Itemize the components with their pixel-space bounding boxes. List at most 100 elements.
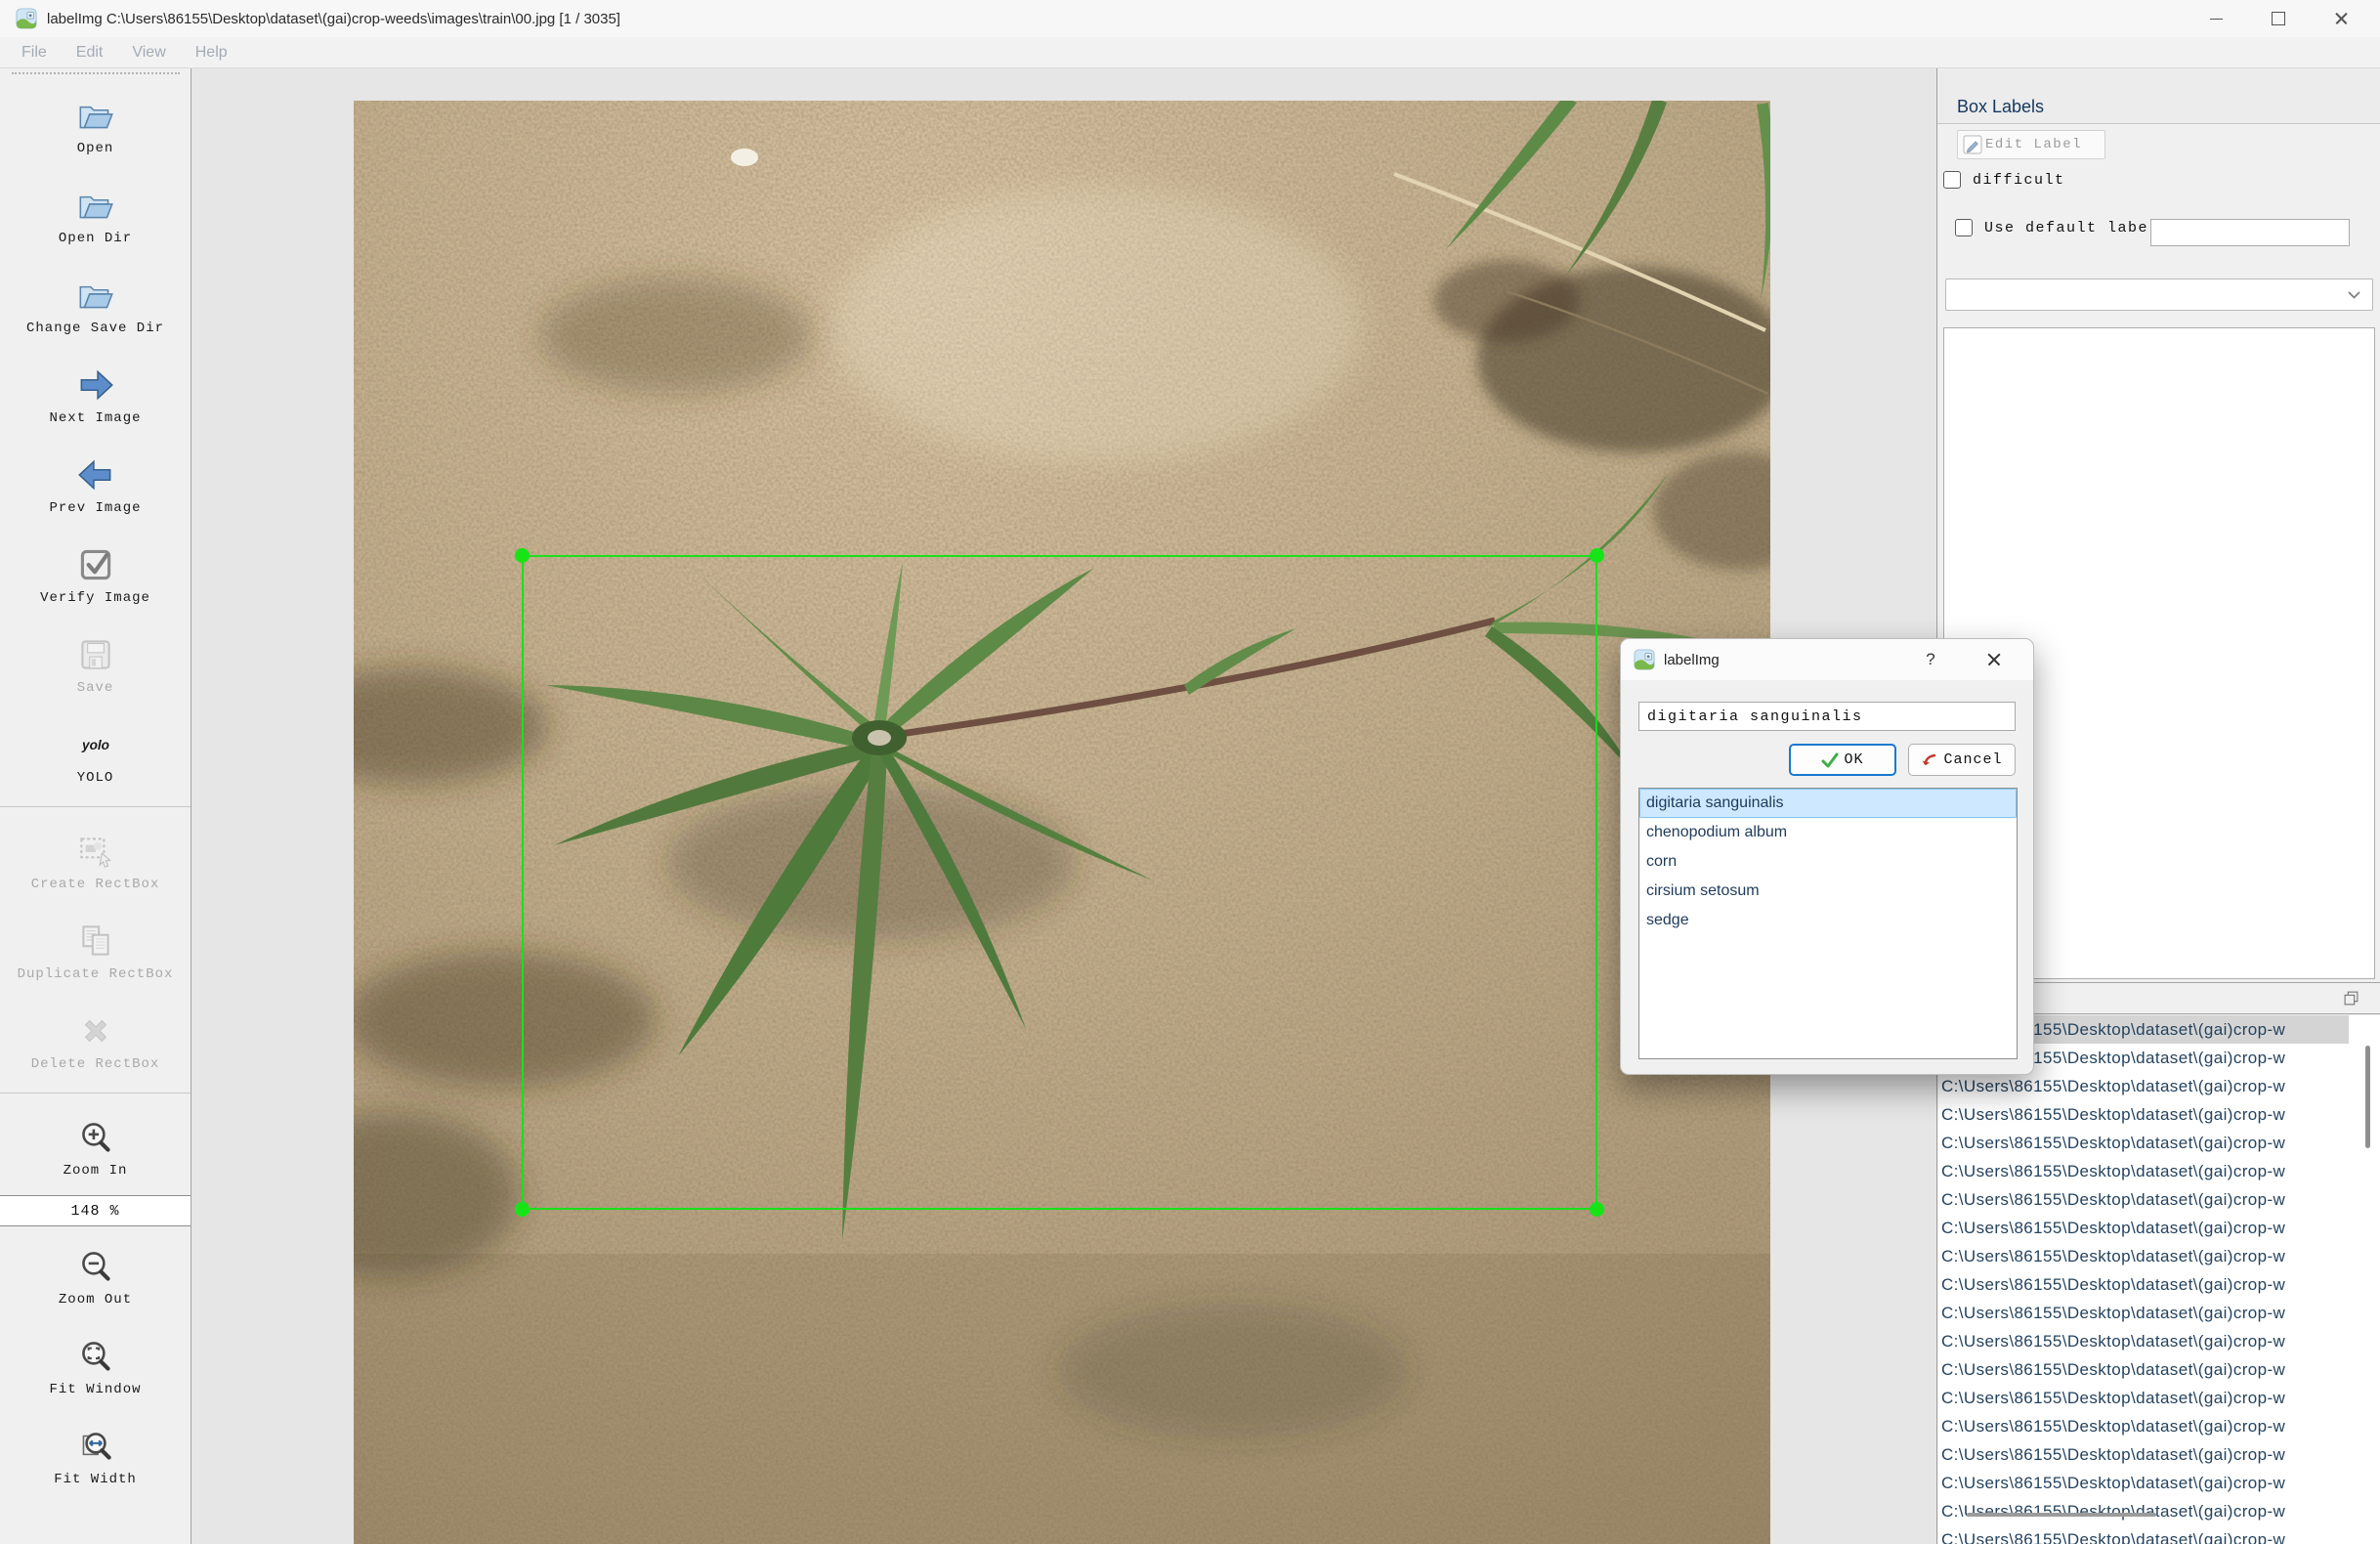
red-undo-arrow-icon <box>1921 751 1938 769</box>
difficult-checkbox[interactable] <box>1943 171 1961 189</box>
file-list-item[interactable]: C:\Users\86155\Desktop\dataset\(gai)crop… <box>1938 1299 2349 1327</box>
menu-view[interactable]: View <box>132 44 165 62</box>
zoom-in-icon <box>73 1115 118 1160</box>
dialog-close-button[interactable] <box>1986 652 2002 667</box>
dialog-help-button[interactable]: ? <box>1914 639 1947 680</box>
menu-file[interactable]: File <box>21 44 47 62</box>
toolbar-save-button[interactable]: Save <box>0 619 191 708</box>
pencil-icon <box>1963 135 1982 154</box>
minimize-button[interactable] <box>2185 0 2247 37</box>
toolbar-label: Fit Width <box>54 1472 137 1487</box>
toolbar-label: Open Dir <box>59 231 132 246</box>
edit-label-text: Edit Label <box>1985 137 2082 152</box>
file-list-item[interactable]: C:\Users\86155\Desktop\dataset\(gai)crop… <box>1938 1072 2349 1100</box>
toolbar-label: Zoom Out <box>59 1292 132 1308</box>
toolbar-label: Zoom In <box>64 1163 128 1179</box>
file-list-item[interactable]: C:\Users\86155\Desktop\dataset\(gai)crop… <box>1938 1497 2349 1525</box>
edit-label-button[interactable]: Edit Label <box>1957 130 2105 159</box>
file-list-item[interactable]: C:\Users\86155\Desktop\dataset\(gai)crop… <box>1938 1384 2349 1412</box>
toolbar-label: YOLO <box>77 770 114 786</box>
toolbar-verify-image-button[interactable]: Verify Image <box>0 529 191 619</box>
toolbar-open-button[interactable]: Open <box>0 79 191 169</box>
bbox-handle-top-right[interactable] <box>1590 548 1604 563</box>
label-options-list[interactable]: digitaria sanguinalischenopodium albumco… <box>1638 788 2018 1059</box>
label-option[interactable]: corn <box>1639 847 2017 877</box>
toolbar-drag-handle[interactable] <box>12 72 180 77</box>
label-combobox[interactable] <box>1945 279 2373 311</box>
toolbar-change-save-dir-button[interactable]: Change Save Dir <box>0 259 191 349</box>
bbox-handle-bottom-right[interactable] <box>1590 1202 1604 1217</box>
file-list-item[interactable]: C:\Users\86155\Desktop\dataset\(gai)crop… <box>1938 1525 2349 1544</box>
toolbar-yolo-button[interactable]: yolo YOLO <box>0 708 191 798</box>
file-list-item[interactable]: C:\Users\86155\Desktop\dataset\(gai)crop… <box>1938 1242 2349 1270</box>
chevron-down-icon <box>2348 291 2360 299</box>
file-list-item[interactable]: C:\Users\86155\Desktop\dataset\(gai)crop… <box>1938 1440 2349 1469</box>
close-icon <box>2334 12 2349 26</box>
maximize-button[interactable] <box>2247 0 2310 37</box>
toolbar-open-dir-button[interactable]: Open Dir <box>0 169 191 259</box>
arrow-right-icon <box>73 363 118 407</box>
ok-button[interactable]: OK <box>1789 744 1896 776</box>
label-option[interactable]: cirsium setosum <box>1639 877 2017 906</box>
toolbar-zoom-in-button[interactable]: Zoom In <box>0 1101 191 1191</box>
save-floppy-icon <box>73 632 118 677</box>
label-option[interactable]: sedge <box>1639 906 2017 935</box>
labelimg-app-icon <box>1634 649 1655 670</box>
toolbar-label: Prev Image <box>49 500 141 516</box>
minimize-icon <box>2210 19 2223 20</box>
close-button[interactable] <box>2310 0 2372 37</box>
file-list-item[interactable]: C:\Users\86155\Desktop\dataset\(gai)crop… <box>1938 1214 2349 1242</box>
label-option[interactable]: digitaria sanguinalis <box>1639 789 2017 818</box>
create-rectbox-icon <box>73 829 118 874</box>
zoom-level-spinbox[interactable]: 148 % <box>0 1195 191 1226</box>
file-list[interactable]: C:\Users\86155\Desktop\dataset\(gai)crop… <box>1938 1015 2380 1544</box>
toolbar-duplicate-rectbox-button[interactable]: Duplicate RectBox <box>0 905 191 995</box>
file-list-vertical-scrollbar[interactable] <box>2365 1046 2370 1148</box>
file-list-item[interactable]: C:\Users\86155\Desktop\dataset\(gai)crop… <box>1938 1469 2349 1497</box>
cancel-label: Cancel <box>1943 751 2002 768</box>
toolbar-label: Verify Image <box>40 590 150 606</box>
file-list-item[interactable]: C:\Users\86155\Desktop\dataset\(gai)crop… <box>1938 1157 2349 1185</box>
file-list-item[interactable]: C:\Users\86155\Desktop\dataset\(gai)crop… <box>1938 1100 2349 1129</box>
toolbar-label: Fit Window <box>49 1382 141 1397</box>
toolbar-next-image-button[interactable]: Next Image <box>0 349 191 439</box>
window-title: labelImg C:\Users\86155\Desktop\dataset\… <box>47 11 620 27</box>
open-folder-icon <box>73 93 118 138</box>
toolbar-zoom-out-button[interactable]: Zoom Out <box>0 1230 191 1320</box>
toolbar-fit-width-button[interactable]: Fit Width <box>0 1410 191 1500</box>
toolbar-delete-rectbox-button[interactable]: Delete RectBox <box>0 995 191 1085</box>
bbox-handle-bottom-left[interactable] <box>515 1202 530 1217</box>
use-default-label-text: Use default label <box>1984 220 2159 236</box>
toolbar-label: Create RectBox <box>31 877 160 892</box>
bbox-handle-top-left[interactable] <box>515 548 530 563</box>
default-label-input[interactable] <box>2150 219 2350 246</box>
label-option[interactable]: chenopodium album <box>1639 818 2017 847</box>
label-name-input[interactable] <box>1638 702 2016 731</box>
file-list-item[interactable]: C:\Users\86155\Desktop\dataset\(gai)crop… <box>1938 1129 2349 1157</box>
toolbar-label: Duplicate RectBox <box>18 966 174 982</box>
file-list-item[interactable]: C:\Users\86155\Desktop\dataset\(gai)crop… <box>1938 1327 2349 1355</box>
yolo-format-icon: yolo <box>73 722 118 767</box>
maximize-icon <box>2272 12 2285 25</box>
labelimg-app-icon <box>16 8 37 29</box>
toolbar-prev-image-button[interactable]: Prev Image <box>0 439 191 529</box>
menu-edit[interactable]: Edit <box>76 44 104 62</box>
fit-width-icon <box>73 1424 118 1469</box>
file-list-item[interactable]: C:\Users\86155\Desktop\dataset\(gai)crop… <box>1938 1412 2349 1440</box>
use-default-label-checkbox[interactable] <box>1955 219 1973 236</box>
dock-float-icon[interactable] <box>2343 990 2359 1007</box>
file-list-item[interactable]: C:\Users\86155\Desktop\dataset\(gai)crop… <box>1938 1185 2349 1214</box>
dialog-titlebar: labelImg <box>1621 639 2033 680</box>
toolbar-fit-window-button[interactable]: Fit Window <box>0 1320 191 1410</box>
file-list-item[interactable]: C:\Users\86155\Desktop\dataset\(gai)crop… <box>1938 1270 2349 1299</box>
toolbar-create-rectbox-button[interactable]: Create RectBox <box>0 815 191 905</box>
toolbar-label: Change Save Dir <box>26 321 164 336</box>
file-list-item[interactable]: C:\Users\86155\Desktop\dataset\(gai)crop… <box>1938 1355 2349 1384</box>
bounding-box[interactable] <box>522 555 1597 1210</box>
ok-label: OK <box>1844 751 1863 768</box>
train-image[interactable] <box>354 101 1770 1544</box>
cancel-button[interactable]: Cancel <box>1908 744 2016 776</box>
menu-help[interactable]: Help <box>195 44 228 62</box>
box-labels-header: Box Labels <box>1937 68 2380 124</box>
file-list-horizontal-scrollbar[interactable] <box>1967 1513 2156 1517</box>
